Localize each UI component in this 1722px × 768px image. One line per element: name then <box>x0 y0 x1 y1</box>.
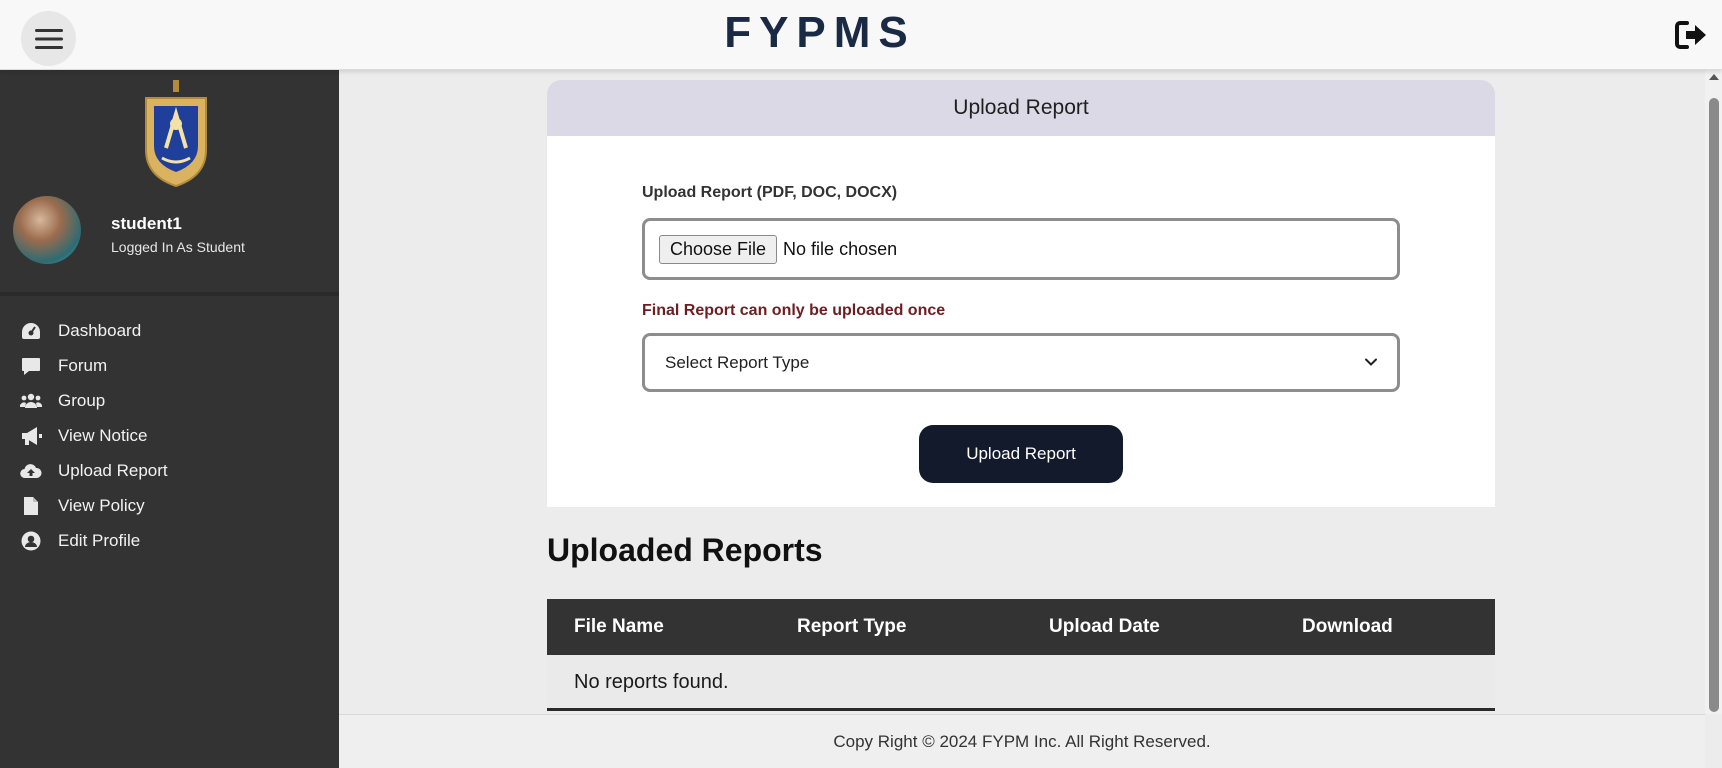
avatar <box>13 196 81 264</box>
column-header: Upload Date <box>1049 616 1160 637</box>
sidebar-item-upload-report[interactable]: Upload Report <box>0 453 339 488</box>
sidebar-item-dashboard[interactable]: Dashboard <box>0 313 339 348</box>
sidebar-item-view-notice[interactable]: View Notice <box>0 418 339 453</box>
sidebar-item-edit-profile[interactable]: Edit Profile <box>0 523 339 558</box>
report-type-select[interactable]: Select Report Type <box>642 333 1400 392</box>
university-crest-logo <box>145 80 207 188</box>
scroll-up-arrow-icon[interactable] <box>1708 72 1720 82</box>
sidebar-divider <box>0 292 339 296</box>
sidebar-item-label: Dashboard <box>58 320 142 340</box>
column-header: File Name <box>574 616 664 637</box>
logout-icon[interactable] <box>1674 18 1708 52</box>
sidebar-item-label: Forum <box>58 355 108 375</box>
upload-warning-text: Final Report can only be uploaded once <box>642 302 946 319</box>
dashboard-icon <box>20 320 42 342</box>
users-icon <box>20 390 42 412</box>
table-header: File Name Report Type Upload Date Downlo… <box>547 599 1495 655</box>
sidebar-item-forum[interactable]: Forum <box>0 348 339 383</box>
copyright-text: Copy Right © 2024 FYPM Inc. All Right Re… <box>833 731 1211 751</box>
sidebar-item-label: Upload Report <box>58 460 168 480</box>
reports-table: File Name Report Type Upload Date Downlo… <box>547 599 1495 711</box>
user-circle-icon <box>20 530 42 552</box>
upload-report-button[interactable]: Upload Report <box>919 425 1123 483</box>
sidebar-item-label: Group <box>58 390 106 410</box>
comment-icon <box>20 355 42 377</box>
username: student1 <box>111 214 182 233</box>
sidebar-item-group[interactable]: Group <box>0 383 339 418</box>
column-header: Download <box>1302 616 1393 637</box>
table-row: No reports found. <box>547 655 1495 711</box>
sidebar: student1 Logged In As Student Dashboard … <box>0 70 339 768</box>
column-header: Report Type <box>797 616 907 637</box>
scrollbar-thumb[interactable] <box>1709 98 1719 712</box>
user-role: Logged In As Student <box>111 239 245 255</box>
bullhorn-icon <box>20 425 42 447</box>
sidebar-item-label: View Policy <box>58 495 145 515</box>
report-type-selected: Select Report Type <box>665 352 810 372</box>
sidebar-item-label: View Notice <box>58 425 148 445</box>
cloud-upload-icon <box>20 460 42 482</box>
sidebar-nav: Dashboard Forum Group View Notice Upload… <box>0 313 339 558</box>
uploaded-reports-heading: Uploaded Reports <box>547 532 823 568</box>
upload-report-card: Upload Report Upload Report (PDF, DOC, D… <box>547 80 1495 507</box>
top-bar: FYPMS <box>0 0 1722 70</box>
file-status-text: No file chosen <box>783 238 898 259</box>
file-icon <box>20 495 42 517</box>
card-title: Upload Report <box>547 80 1495 136</box>
footer: Copy Right © 2024 FYPM Inc. All Right Re… <box>339 714 1705 768</box>
file-field-label: Upload Report (PDF, DOC, DOCX) <box>642 184 898 201</box>
sidebar-item-view-policy[interactable]: View Policy <box>0 488 339 523</box>
chevron-down-icon <box>1365 358 1377 366</box>
app-brand: FYPMS <box>724 8 916 57</box>
file-input[interactable]: Choose File No file chosen <box>642 218 1400 280</box>
empty-table-message: No reports found. <box>574 671 729 693</box>
sidebar-item-label: Edit Profile <box>58 530 141 550</box>
choose-file-button[interactable]: Choose File <box>659 234 778 264</box>
